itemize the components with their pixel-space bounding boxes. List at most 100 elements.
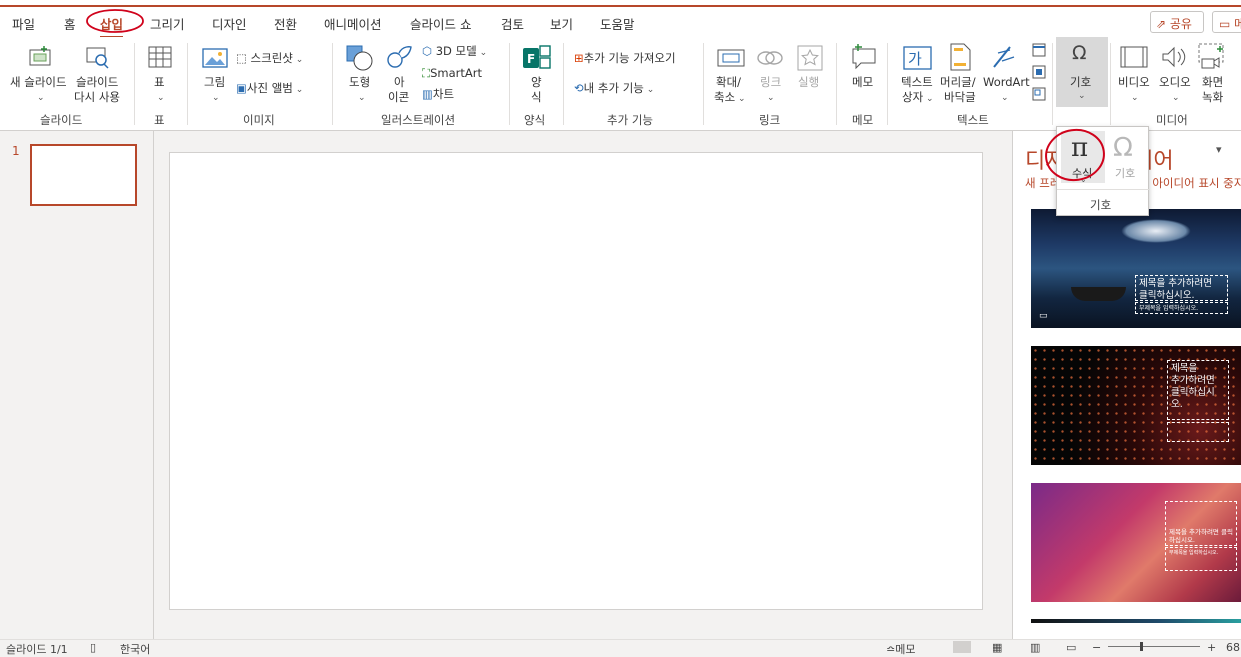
pane-options-chevron-icon[interactable]: ▾ bbox=[1216, 143, 1222, 156]
omega-icon: Ω bbox=[1113, 133, 1133, 163]
action-label: 실행 bbox=[798, 75, 820, 89]
popup-group-label: 기호 bbox=[1090, 198, 1112, 212]
picture-label: 그림 bbox=[204, 75, 226, 89]
get-addins-button[interactable]: ⊞추가 기능 가져오기 bbox=[574, 51, 676, 65]
store-icon: ⊞ bbox=[574, 51, 584, 65]
comment-icon: ▭ bbox=[1219, 17, 1235, 31]
moon-glow bbox=[1121, 219, 1191, 243]
group-separator bbox=[187, 43, 188, 125]
addins-icon: ⟲ bbox=[574, 81, 584, 95]
tab-view[interactable]: 보기 bbox=[550, 14, 573, 33]
reuse-slides-label-2: 다시 사용 bbox=[74, 90, 120, 104]
zoom-out-button[interactable]: − bbox=[1092, 641, 1101, 654]
symbols-label: 기호 bbox=[1070, 75, 1092, 89]
slide-canvas[interactable] bbox=[169, 152, 983, 610]
idea2-title-box: 제목을 추가하려면 클릭하십시 오. bbox=[1167, 360, 1229, 420]
zoom-slider-track[interactable] bbox=[1108, 646, 1200, 647]
my-addins-button[interactable]: ⟲내 추가 기능 ⌄ bbox=[574, 81, 654, 97]
icons-label-2: 이콘 bbox=[388, 90, 410, 104]
chevron-down-icon: ⌄ bbox=[37, 93, 45, 103]
zoom-label-2: 축소 ⌄ bbox=[714, 90, 746, 104]
tab-help[interactable]: 도움말 bbox=[600, 14, 635, 33]
group-separator bbox=[134, 43, 135, 125]
symbol-button[interactable]: Ω 기호 bbox=[1109, 131, 1145, 183]
group-label-addins: 추가 기능 bbox=[607, 113, 653, 127]
tab-home[interactable]: 홈 bbox=[64, 14, 76, 33]
video-label: 비디오 bbox=[1118, 75, 1150, 89]
group-label-images: 이미지 bbox=[243, 113, 275, 127]
design-idea-1[interactable]: 제목을 추가하려면 클릭하십시오. 부제목을 입력하십시오. ▭ bbox=[1031, 209, 1241, 328]
notes-button[interactable]: ≏메모 bbox=[886, 641, 915, 657]
omega-icon: Ω bbox=[1072, 42, 1087, 64]
shapes-label: 도형 bbox=[349, 75, 371, 89]
slide-number: 1 bbox=[12, 144, 20, 158]
tab-draw[interactable]: 그리기 bbox=[150, 14, 185, 33]
chevron-down-icon: ⌄ bbox=[1172, 93, 1180, 103]
slide-number-icon bbox=[1032, 65, 1046, 79]
slide-sorter-icon[interactable]: ▦ bbox=[992, 641, 1002, 654]
share-button[interactable]: ⇗ 공유 bbox=[1150, 11, 1204, 33]
design-idea-3[interactable]: 제목을 추가하려면 클릭하십시오. 부제목을 입력하십시오. bbox=[1031, 483, 1241, 602]
smartart-icon: ⛶ bbox=[422, 66, 431, 80]
screenshot-icon: ⬚ bbox=[236, 51, 251, 65]
normal-view-button[interactable] bbox=[953, 641, 971, 653]
red-circle-annotation bbox=[1045, 128, 1105, 182]
slide-thumbnail[interactable] bbox=[30, 144, 137, 206]
group-separator bbox=[509, 43, 510, 125]
new-slide-label: 새 슬라이드 bbox=[10, 75, 67, 89]
group-label-comments: 메모 bbox=[852, 113, 874, 127]
header-footer-icon bbox=[950, 43, 971, 71]
accessibility-icon[interactable]: ▯ bbox=[90, 641, 96, 654]
speaker-icon bbox=[1162, 46, 1186, 68]
chart-icon: ▥ bbox=[422, 87, 433, 101]
design-idea-2[interactable]: 제목을 추가하려면 클릭하십시 오. bbox=[1031, 346, 1241, 465]
idea-subtitle-box: 부제목을 입력하십시오. bbox=[1135, 302, 1228, 314]
picture-icon bbox=[202, 48, 228, 68]
reuse-slides-icon bbox=[86, 47, 109, 69]
forms-icon: F bbox=[523, 45, 551, 69]
zoom-icon bbox=[717, 49, 745, 67]
language-indicator[interactable]: 한국어 bbox=[120, 641, 150, 657]
group-label-forms: 양식 bbox=[524, 113, 546, 127]
divider bbox=[1057, 189, 1150, 190]
3d-models-button[interactable]: ⬡ 3D 모델 ⌄ bbox=[422, 44, 487, 60]
zoom-in-button[interactable]: + bbox=[1207, 641, 1216, 654]
symbol-label: 기호 bbox=[1115, 167, 1136, 180]
tab-review[interactable]: 검토 bbox=[501, 14, 524, 33]
group-separator bbox=[563, 43, 564, 125]
chevron-down-icon: ⌄ bbox=[212, 93, 220, 103]
photo-album-icon: ▣ bbox=[236, 81, 247, 95]
object-icon bbox=[1032, 87, 1046, 101]
zoom-level[interactable]: 68 bbox=[1226, 641, 1240, 654]
chevron-down-icon: ⌄ bbox=[358, 93, 366, 103]
tab-file[interactable]: 파일 bbox=[12, 14, 35, 33]
screen-recording-icon bbox=[1198, 43, 1224, 69]
group-label-media: 미디어 bbox=[1156, 113, 1188, 127]
icons-label-1: 아 bbox=[394, 75, 405, 89]
slide-thumbnail-pane: 1 bbox=[0, 131, 154, 639]
ribbon-tab-bar: 파일 홈 삽입 그리기 디자인 전환 애니메이션 슬라이드 쇼 검토 보기 도움… bbox=[0, 7, 1241, 39]
window-top-border bbox=[0, 0, 1241, 7]
comments-button[interactable]: ▭ 메 bbox=[1212, 11, 1241, 33]
forms-label-2: 식 bbox=[531, 90, 542, 104]
svg-text:F: F bbox=[527, 52, 535, 66]
zoom-slider-thumb[interactable] bbox=[1140, 642, 1143, 651]
tab-slideshow[interactable]: 슬라이드 쇼 bbox=[410, 14, 471, 33]
photo-album-button[interactable]: ▣사진 앨범 ⌄ bbox=[236, 81, 303, 97]
smartart-button[interactable]: ⛶SmartArt bbox=[422, 66, 482, 80]
idea2-subtitle-box bbox=[1167, 422, 1229, 442]
tab-transitions[interactable]: 전환 bbox=[274, 14, 297, 33]
tab-design[interactable]: 디자인 bbox=[212, 14, 247, 33]
header-footer-label-1: 머리글/ bbox=[940, 75, 976, 89]
tab-animations[interactable]: 애니메이션 bbox=[324, 14, 382, 33]
chart-button[interactable]: ▥차트 bbox=[422, 87, 454, 101]
design-idea-4-edge bbox=[1031, 619, 1241, 623]
zoom-label-1: 확대/ bbox=[716, 75, 742, 89]
screenshot-button[interactable]: ⬚ 스크린샷 ⌄ bbox=[236, 51, 303, 67]
symbols-button[interactable]: Ω 기호 ⌄ bbox=[1056, 37, 1108, 107]
textbox-label-2: 상자 ⌄ bbox=[902, 90, 934, 104]
textbox-icon: 가 bbox=[903, 46, 932, 70]
reading-view-icon[interactable]: ▥ bbox=[1030, 641, 1040, 654]
slideshow-icon[interactable]: ▭ bbox=[1066, 641, 1076, 654]
date-time-icon bbox=[1032, 43, 1046, 57]
